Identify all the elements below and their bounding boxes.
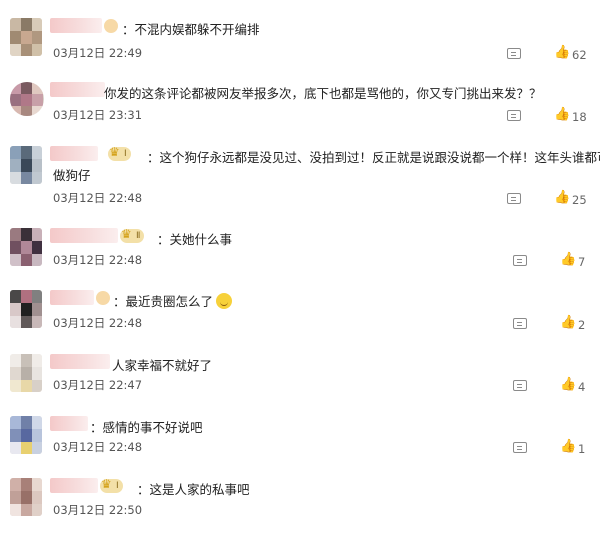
username-blurred[interactable] bbox=[50, 416, 88, 431]
comment-time: 03月12日 22:48 bbox=[53, 253, 143, 267]
comment-text: 你发的这条评论都被网友举报多次，底下也都是骂他的，你又专门挑出来发？？ bbox=[104, 86, 542, 101]
reply-icon[interactable] bbox=[513, 255, 527, 266]
like-count: 1 bbox=[578, 442, 586, 456]
comment-text-continued: 做狗仔 bbox=[53, 168, 91, 183]
comment-text: ：这个狗仔永远都是没见过、没拍到过！反正就是说跟没说都一个样！这年头谁都可以 bbox=[147, 150, 600, 165]
avatar[interactable] bbox=[10, 290, 42, 328]
avatar[interactable] bbox=[10, 416, 42, 454]
like-icon[interactable]: 👍 bbox=[554, 108, 570, 122]
like-count: 18 bbox=[572, 110, 587, 124]
reply-icon[interactable] bbox=[513, 318, 527, 329]
like-count: 4 bbox=[578, 380, 586, 394]
fan-badge-level: ♛ Ⅰ bbox=[108, 145, 131, 161]
comment-text: ：不混内娱都躲不开编排 bbox=[122, 22, 260, 37]
like-icon[interactable]: 👍 bbox=[560, 316, 576, 330]
comment-text: ：这是人家的私事吧 bbox=[137, 482, 250, 497]
reply-icon[interactable] bbox=[513, 380, 527, 391]
reply-icon[interactable] bbox=[513, 442, 527, 453]
fan-badge-level: ♛ Ⅰ bbox=[100, 477, 123, 493]
username-blurred[interactable] bbox=[50, 146, 98, 161]
avatar[interactable] bbox=[10, 354, 42, 392]
avatar[interactable] bbox=[10, 478, 42, 516]
like-icon[interactable]: 👍 bbox=[560, 440, 576, 454]
username-blurred[interactable] bbox=[50, 228, 118, 243]
like-count: 2 bbox=[578, 318, 586, 332]
comment-text: ：最近贵圈怎么了 bbox=[113, 292, 233, 311]
avatar[interactable] bbox=[10, 18, 42, 56]
fan-badge-icon bbox=[96, 291, 110, 305]
comment-time: 03月12日 23:31 bbox=[53, 108, 143, 122]
comment-time: 03月12日 22:48 bbox=[53, 316, 143, 330]
crown-icon: ♛ bbox=[109, 145, 120, 159]
avatar[interactable] bbox=[10, 228, 42, 266]
like-icon[interactable]: 👍 bbox=[560, 378, 576, 392]
like-icon[interactable]: 👍 bbox=[554, 191, 570, 205]
comment-time: 03月12日 22:47 bbox=[53, 378, 143, 392]
like-icon[interactable]: 👍 bbox=[560, 253, 576, 267]
comment-text: ：关她什么事 bbox=[157, 232, 233, 247]
username-blurred[interactable] bbox=[50, 354, 110, 369]
comment-time: 03月12日 22:48 bbox=[53, 440, 143, 454]
comment-time: 03月12日 22:49 bbox=[53, 46, 143, 60]
like-count: 25 bbox=[572, 193, 587, 207]
username-blurred[interactable] bbox=[50, 18, 102, 33]
username-blurred[interactable] bbox=[50, 82, 105, 97]
comment-text: 人家幸福不就好了 bbox=[112, 358, 213, 373]
fan-badge-level: ♛ Ⅱ bbox=[120, 227, 145, 243]
avatar[interactable] bbox=[10, 82, 44, 116]
like-icon[interactable]: 👍 bbox=[554, 46, 570, 60]
reply-icon[interactable] bbox=[507, 110, 521, 121]
smirk-emoji-icon bbox=[216, 293, 233, 309]
crown-icon: ♛ bbox=[121, 227, 132, 241]
crown-icon: ♛ bbox=[101, 477, 112, 491]
reply-icon[interactable] bbox=[507, 193, 521, 204]
username-blurred[interactable] bbox=[50, 290, 94, 305]
comment-time: 03月12日 22:48 bbox=[53, 191, 143, 205]
fan-badge-icon bbox=[104, 19, 118, 33]
comment-text: ：感情的事不好说吧 bbox=[90, 420, 203, 435]
reply-icon[interactable] bbox=[507, 48, 521, 59]
like-count: 62 bbox=[572, 48, 587, 62]
like-count: 7 bbox=[578, 255, 586, 269]
avatar[interactable] bbox=[10, 146, 42, 184]
username-blurred[interactable] bbox=[50, 478, 98, 493]
comment-time: 03月12日 22:50 bbox=[53, 503, 143, 517]
